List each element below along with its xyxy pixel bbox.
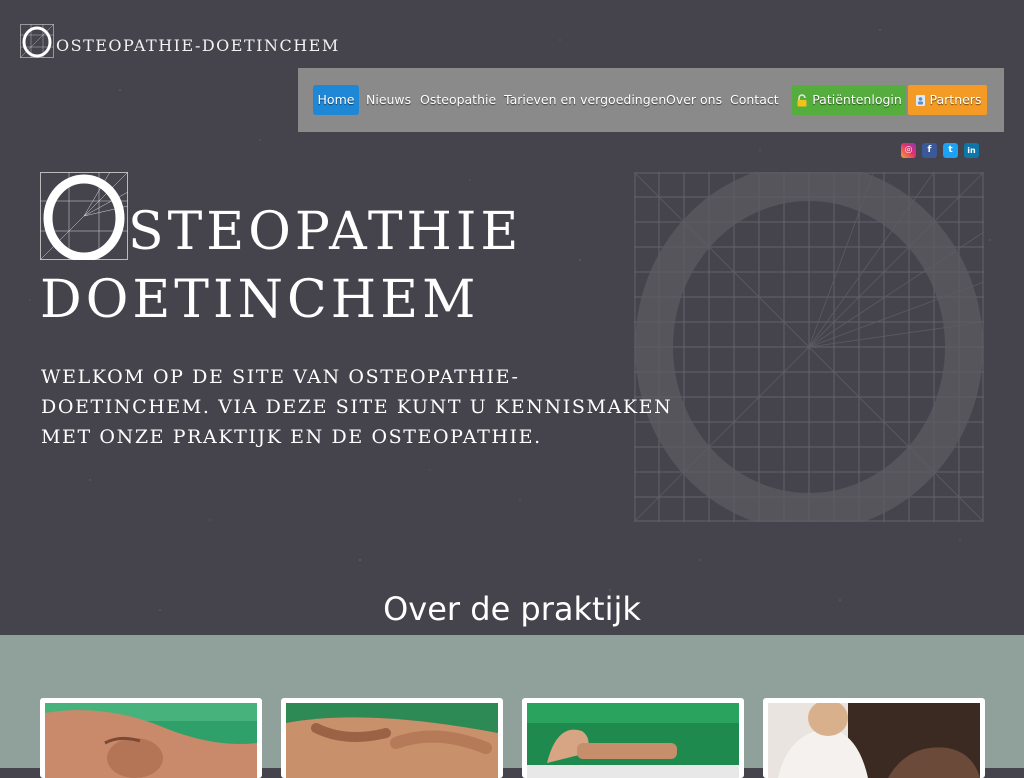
partners-button[interactable]: Partners [908, 85, 987, 115]
logo-o-icon [20, 24, 54, 58]
nav-over-ons[interactable]: Over ons [666, 85, 722, 115]
hero-title-line2: DOETINCHEM [40, 270, 480, 330]
site-logo[interactable]: OSTEOPATHIE-DOETINCHEM [20, 24, 340, 60]
nav-contact[interactable]: Contact [730, 85, 779, 115]
nav-osteopathie[interactable]: Osteopathie [420, 85, 496, 115]
nav-tarieven[interactable]: Tarieven en vergoedingen [504, 85, 666, 115]
linkedin-icon[interactable]: in [964, 143, 979, 158]
photo-arm-exercise [527, 703, 739, 778]
photo-card-4[interactable] [763, 698, 985, 778]
decorative-o-grid [634, 172, 984, 522]
partners-label: Partners [929, 92, 982, 107]
patient-login-button[interactable]: Patiëntenlogin [792, 85, 906, 115]
logo-text: OSTEOPATHIE-DOETINCHEM [56, 36, 340, 55]
nav-nieuws[interactable]: Nieuws [366, 85, 411, 115]
photo-shoulder-massage [286, 703, 498, 778]
photo-card-3[interactable] [522, 698, 744, 778]
section-title: Over de praktijk [383, 590, 641, 628]
partners-icon [915, 94, 925, 106]
photo-consultation [768, 703, 980, 778]
patient-login-label: Patiëntenlogin [812, 92, 902, 107]
nav-home[interactable]: Home [313, 85, 359, 115]
photo-card-2[interactable] [281, 698, 503, 778]
hero-title-line1: STEOPATHIE [128, 202, 523, 262]
photo-card-1[interactable] [40, 698, 262, 778]
photo-neck-treatment [45, 703, 257, 778]
instagram-icon[interactable]: ◎ [901, 143, 916, 158]
main-nav: Home Nieuws Osteopathie Tarieven en verg… [298, 68, 1004, 132]
hero-intro-text: Welkom op de site van Osteopathie-Doetin… [41, 366, 673, 448]
twitter-icon[interactable]: t [943, 143, 958, 158]
hero-o-mark [40, 172, 128, 260]
facebook-icon[interactable]: f [922, 143, 937, 158]
lock-icon [797, 93, 807, 106]
